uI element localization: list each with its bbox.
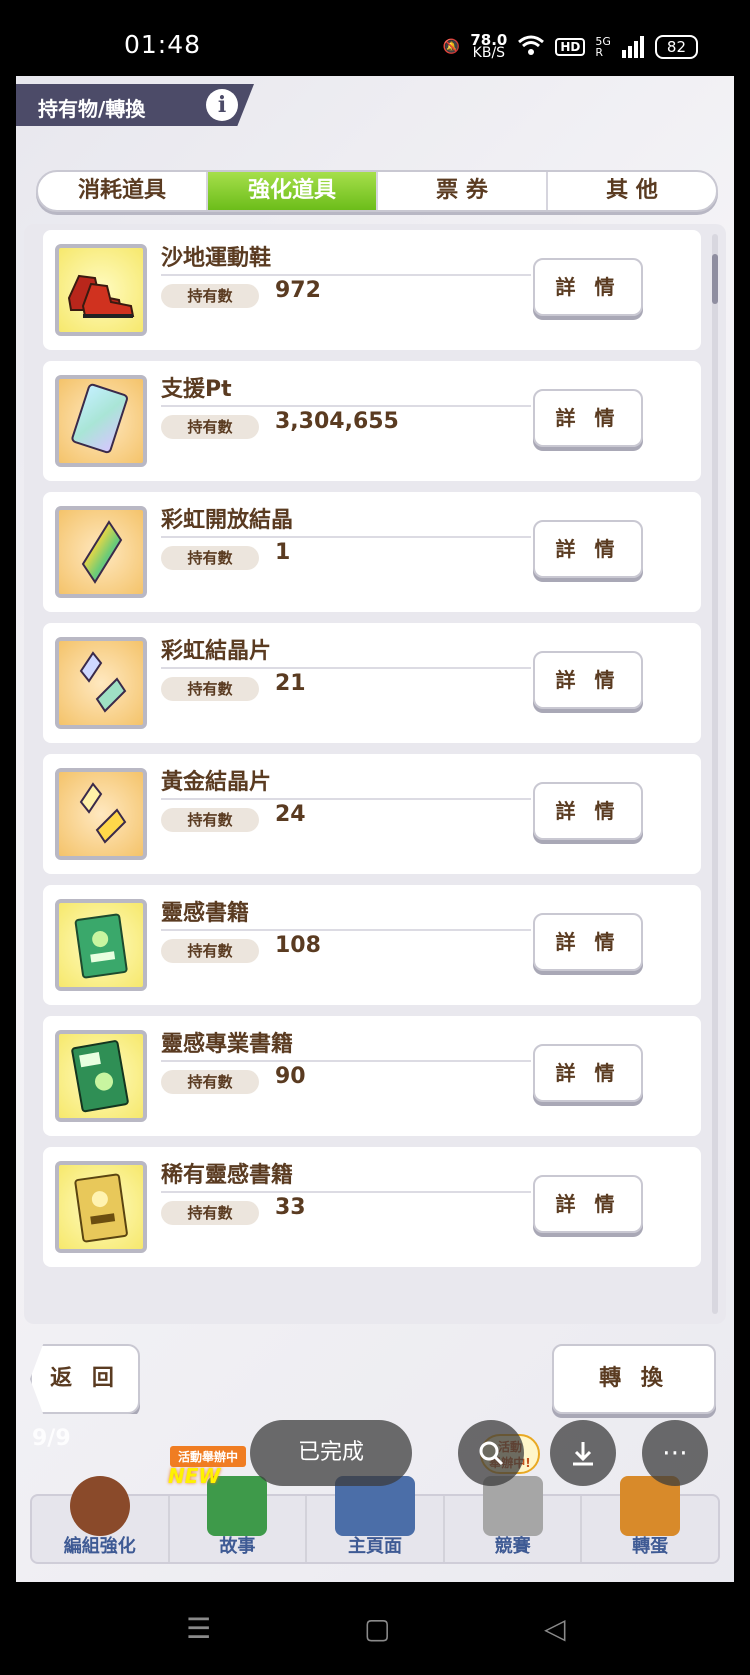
scrollbar-thumb[interactable]	[712, 254, 718, 304]
tab-tickets[interactable]: 票 券	[378, 172, 548, 210]
divider	[161, 274, 531, 276]
battery-icon: 82	[654, 35, 698, 59]
count-label: 持有數	[161, 939, 259, 963]
signal-icon: 5G R	[595, 35, 611, 59]
scrollbar-track[interactable]	[712, 234, 718, 1314]
status-icons: 🔕 78.0 KB/S HD 5G R 82	[442, 31, 698, 61]
count-label: 持有數	[161, 284, 259, 308]
detail-button[interactable]: 詳 情	[533, 1175, 643, 1233]
page-title-banner: 持有物/轉換 i	[16, 84, 254, 126]
divider	[161, 798, 531, 800]
count-label: 持有數	[161, 546, 259, 570]
done-indicator[interactable]: 已完成	[250, 1420, 412, 1486]
status-bar: 01:48 🔕 78.0 KB/S HD 5G R 82	[0, 0, 750, 76]
item-count: 108	[275, 933, 321, 958]
character-avatar-icon	[69, 1476, 130, 1536]
detail-button[interactable]: 詳 情	[533, 258, 643, 316]
home-icon[interactable]: ▢	[364, 1612, 390, 1645]
nav-race[interactable]: 競賽	[445, 1476, 583, 1562]
list-item: 靈感書籍 持有數 108 詳 情	[43, 885, 701, 1005]
nav-bar: 編組強化 故事 主頁面 競賽 轉蛋	[30, 1476, 720, 1564]
list-item: 稀有靈感書籍 持有數 33 詳 情	[43, 1147, 701, 1267]
item-count: 972	[275, 278, 321, 303]
clock: 01:48	[124, 30, 202, 59]
count-label: 持有數	[161, 415, 259, 439]
detail-button[interactable]: 詳 情	[533, 520, 643, 578]
rainbow-crystal-icon	[55, 506, 147, 598]
list-item: 沙地運動鞋 持有數 972 詳 情	[43, 230, 701, 350]
list-item: 黃金結晶片 持有數 24 詳 情	[43, 754, 701, 874]
divider	[161, 667, 531, 669]
item-name: 彩虹結晶片	[161, 639, 272, 664]
item-count: 3,304,655	[275, 409, 399, 434]
wifi-icon	[517, 34, 545, 60]
system-nav-bar: ☰ ▢ ◁	[0, 1582, 750, 1675]
nav-gacha[interactable]: 轉蛋	[582, 1476, 718, 1562]
item-name: 靈感專業書籍	[161, 1032, 294, 1057]
more-icon[interactable]: ⋯	[642, 1420, 708, 1486]
count-label: 持有數	[161, 677, 259, 701]
menu-icon[interactable]: ☰	[186, 1612, 211, 1645]
list-item: 靈感專業書籍 持有數 90 詳 情	[43, 1016, 701, 1136]
divider	[161, 536, 531, 538]
item-count: 21	[275, 671, 306, 696]
item-name: 支援Pt	[161, 377, 232, 402]
tab-consumables[interactable]: 消耗道具	[38, 172, 208, 210]
item-count: 90	[275, 1064, 306, 1089]
search-icon[interactable]	[458, 1420, 524, 1486]
detail-button[interactable]: 詳 情	[533, 1044, 643, 1102]
signal-bars-icon	[621, 36, 644, 58]
back-button[interactable]: 返 回	[30, 1344, 140, 1414]
item-name: 沙地運動鞋	[161, 246, 272, 271]
item-name: 彩虹開放結晶	[161, 508, 294, 533]
tab-other[interactable]: 其 他	[548, 172, 716, 210]
nav-story[interactable]: 故事	[170, 1476, 308, 1562]
red-shoes-icon	[55, 244, 147, 336]
detail-button[interactable]: 詳 情	[533, 913, 643, 971]
mute-icon: 🔕	[442, 39, 461, 55]
count-label: 持有數	[161, 1201, 259, 1225]
item-list[interactable]: 沙地運動鞋 持有數 972 詳 情 支援Pt 持有數 3,304,655 詳 情…	[24, 224, 726, 1324]
item-name: 黃金結晶片	[161, 770, 272, 795]
back-icon[interactable]: ◁	[544, 1612, 566, 1645]
detail-button[interactable]: 詳 情	[533, 782, 643, 840]
divider	[161, 1191, 531, 1193]
detail-button[interactable]: 詳 情	[533, 389, 643, 447]
page-counter: 9/9	[32, 1426, 71, 1451]
download-icon[interactable]	[550, 1420, 616, 1486]
app-screen: 持有物/轉換 i 消耗道具 強化道具 票 券 其 他 沙地運動鞋 持有數 972…	[16, 76, 734, 1582]
green-book-icon	[55, 899, 147, 991]
count-label: 持有數	[161, 1070, 259, 1094]
list-item: 支援Pt 持有數 3,304,655 詳 情	[43, 361, 701, 481]
rare-book-icon	[55, 1161, 147, 1253]
item-count: 24	[275, 802, 306, 827]
support-card-icon	[55, 375, 147, 467]
page-title: 持有物/轉換	[38, 97, 146, 121]
divider	[161, 1060, 531, 1062]
hd-icon: HD	[555, 38, 586, 56]
rainbow-shards-icon	[55, 637, 147, 729]
convert-button[interactable]: 轉 換	[552, 1344, 716, 1414]
nav-home[interactable]: 主頁面	[307, 1476, 445, 1562]
item-count: 1	[275, 540, 291, 565]
tab-bar: 消耗道具 強化道具 票 券 其 他	[36, 170, 718, 212]
divider	[161, 929, 531, 931]
count-label: 持有數	[161, 808, 259, 832]
info-icon[interactable]: i	[206, 89, 238, 121]
item-name: 靈感書籍	[161, 901, 250, 926]
nav-team-enhance[interactable]: 編組強化	[32, 1476, 170, 1562]
list-item: 彩虹開放結晶 持有數 1 詳 情	[43, 492, 701, 612]
net-speed: 78.0 KB/S	[470, 31, 508, 61]
tab-enhancement[interactable]: 強化道具	[208, 172, 378, 210]
detail-button[interactable]: 詳 情	[533, 651, 643, 709]
item-name: 稀有靈感書籍	[161, 1163, 294, 1188]
new-badge: NEW	[168, 1464, 221, 1488]
list-item: 彩虹結晶片 持有數 21 詳 情	[43, 623, 701, 743]
item-count: 33	[275, 1195, 306, 1220]
gold-shards-icon	[55, 768, 147, 860]
pro-book-icon	[55, 1030, 147, 1122]
divider	[161, 405, 531, 407]
